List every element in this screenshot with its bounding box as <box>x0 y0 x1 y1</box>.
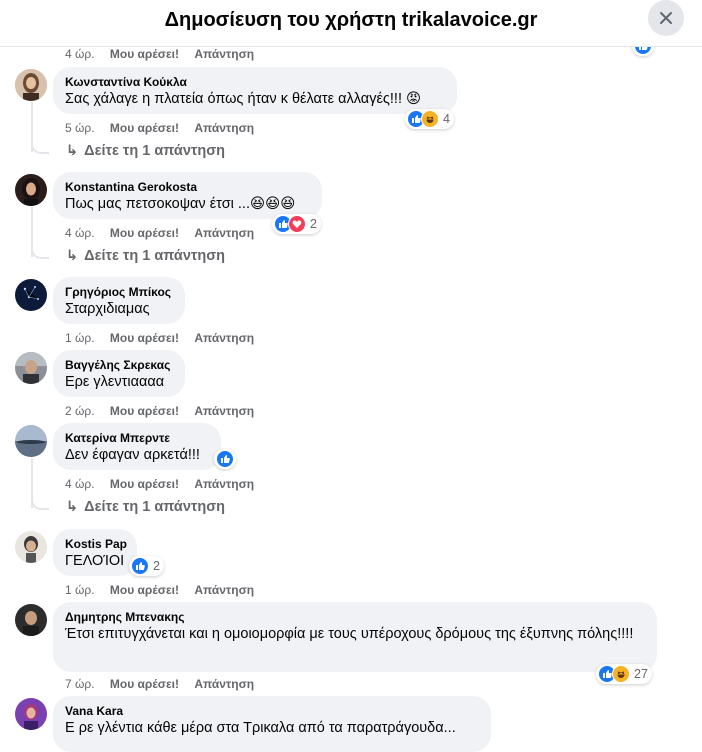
like-button[interactable]: Μου αρέσει! <box>110 583 179 597</box>
like-button[interactable]: Μου αρέσει! <box>110 404 179 418</box>
dialog-title: Δημοσίευση του χρήστη trikalavoice.gr <box>164 9 538 31</box>
avatar[interactable] <box>15 69 47 101</box>
avatar[interactable] <box>15 425 47 457</box>
reply-button[interactable]: Απάντηση <box>194 331 254 345</box>
close-icon <box>660 12 672 24</box>
comment-time: 1 ώρ. <box>65 331 95 345</box>
like-button[interactable]: Μου αρέσει! <box>110 226 179 240</box>
comment-author[interactable]: Δημητρης Μπενακης <box>65 609 645 625</box>
comment-meta: 2 ώρ. Μου αρέσει! Απάντηση <box>65 404 266 418</box>
like-button[interactable]: Μου αρέσει! <box>110 121 179 135</box>
reply-button[interactable]: Απάντηση <box>194 47 254 61</box>
comment-time: 4 ώρ. <box>65 47 95 61</box>
comment-text: Σας χάλαγε η πλατεία όπως ήταν κ θέλατε … <box>65 91 422 107</box>
reply-button[interactable]: Απάντηση <box>194 121 254 135</box>
like-button[interactable]: Μου αρέσει! <box>110 677 179 691</box>
comment-time: 5 ώρ. <box>65 121 95 135</box>
comment-bubble: Βαγγέλης Σκρεκας Ερε γλεντιαααα <box>53 350 185 397</box>
dialog-header: Δημοσίευση του χρήστη trikalavoice.gr <box>0 0 702 47</box>
avatar[interactable] <box>15 604 47 636</box>
comment-author[interactable]: Γρηγόριος Μπίκος <box>65 284 173 300</box>
like-button[interactable]: Μου αρέσει! <box>110 331 179 345</box>
haha-icon <box>612 665 630 683</box>
like-button[interactable]: Μου αρέσει! <box>110 47 179 61</box>
comment-text: Ε ρε γλέντια κάθε μέρα στα Τρικαλα από τ… <box>65 720 456 736</box>
comment-author[interactable]: Konstantina Gerokosta <box>65 179 310 195</box>
reply-arrow-icon: ↳ <box>66 143 79 159</box>
view-replies-label: Δείτε τη 1 απάντηση <box>84 248 226 264</box>
close-button[interactable] <box>648 0 684 36</box>
comment-meta: 1 ώρ. Μου αρέσει! Απάντηση <box>65 583 266 597</box>
like-icon <box>131 557 149 575</box>
comment-meta: 4 ώρ. Μου αρέσει! Απάντηση <box>65 47 266 61</box>
love-icon <box>288 215 306 233</box>
reaction-summary[interactable]: 2 <box>129 556 164 576</box>
reply-button[interactable]: Απάντηση <box>194 583 254 597</box>
reply-arrow-icon: ↳ <box>66 248 79 264</box>
reaction-count: 2 <box>310 217 317 231</box>
haha-icon <box>421 110 439 128</box>
comment-meta: 4 ώρ. Μου αρέσει! Απάντηση <box>65 477 266 491</box>
comment-text: Πως μας πετσοκοψαν έτσι ...😆😆😆 <box>65 196 296 212</box>
comment-text: ΓΕΛΟΊΟΙ <box>65 553 125 569</box>
reply-button[interactable]: Απάντηση <box>194 677 254 691</box>
comment-meta: 1 ώρ. Μου αρέσει! Απάντηση <box>65 331 266 345</box>
comment-bubble: Δημητρης Μπενακης Έτσι επιτυγχάνεται και… <box>53 602 657 672</box>
reaction-count: 2 <box>153 559 160 573</box>
avatar[interactable] <box>15 531 47 563</box>
view-replies-label: Δείτε τη 1 απάντηση <box>84 499 226 515</box>
comment-bubble: Κατερίνα Μπερντε Δεν έφαγαν αρκετά!!! <box>53 423 221 470</box>
thread-hook <box>31 140 49 154</box>
reaction-summary[interactable] <box>214 449 236 469</box>
reply-button[interactable]: Απάντηση <box>194 404 254 418</box>
avatar[interactable] <box>15 698 47 730</box>
view-replies-link[interactable]: ↳ Δείτε τη 1 απάντηση <box>66 248 225 264</box>
like-button[interactable]: Μου αρέσει! <box>110 477 179 491</box>
comment-author[interactable]: Βαγγέλης Σκρεκας <box>65 357 173 373</box>
reaction-summary[interactable]: 27 <box>596 664 652 684</box>
view-replies-link[interactable]: ↳ Δείτε τη 1 απάντηση <box>66 143 225 159</box>
view-replies-label: Δείτε τη 1 απάντηση <box>84 143 226 159</box>
reply-button[interactable]: Απάντηση <box>194 477 254 491</box>
reply-arrow-icon: ↳ <box>66 499 79 515</box>
avatar[interactable] <box>15 279 47 311</box>
comment-time: 1 ώρ. <box>65 583 95 597</box>
scrollbar[interactable] <box>698 0 702 744</box>
reaction-summary[interactable]: 2 <box>272 214 321 234</box>
comment-author[interactable]: Vana Kara <box>65 703 479 719</box>
thread-hook <box>31 245 49 259</box>
comment-author[interactable]: Κωνσταντίνα Κούκλα <box>65 74 445 90</box>
comment-author[interactable]: Kostis Pap <box>65 536 127 552</box>
reaction-summary[interactable]: 4 <box>405 109 454 129</box>
comment-bubble: Konstantina Gerokosta Πως μας πετσοκοψαν… <box>53 172 322 219</box>
comment-bubble: Κωνσταντίνα Κούκλα Σας χάλαγε η πλατεία … <box>53 67 457 114</box>
comment-time: 4 ώρ. <box>65 226 95 240</box>
like-icon <box>216 450 234 468</box>
comments-list: 4 ώρ. Μου αρέσει! Απάντηση Κωνσταντίνα Κ… <box>0 0 702 752</box>
comment-author[interactable]: Κατερίνα Μπερντε <box>65 430 209 446</box>
comment-text: Δεν έφαγαν αρκετά!!! <box>65 447 200 463</box>
thread-hook <box>31 496 49 510</box>
comment-bubble: Γρηγόριος Μπίκος Σταρχιδιαμας <box>53 277 185 324</box>
comment-text: Σταρχιδιαμας <box>65 301 150 317</box>
comment-bubble: Kostis Pap ΓΕΛΟΊΟΙ <box>53 529 137 576</box>
comment-meta: 7 ώρ. Μου αρέσει! Απάντηση <box>65 677 266 691</box>
view-replies-link[interactable]: ↳ Δείτε τη 1 απάντηση <box>66 499 225 515</box>
avatar[interactable] <box>15 174 47 206</box>
reply-button[interactable]: Απάντηση <box>194 226 254 240</box>
comment-time: 2 ώρ. <box>65 404 95 418</box>
comment-meta: 4 ώρ. Μου αρέσει! Απάντηση <box>65 226 266 240</box>
reaction-count: 4 <box>443 112 450 126</box>
reaction-count: 27 <box>634 667 648 681</box>
comment-time: 7 ώρ. <box>65 677 95 691</box>
comment-text: Έτσι επιτυγχάνεται και η ομοιομορφία με … <box>65 626 634 642</box>
comment-meta: 5 ώρ. Μου αρέσει! Απάντηση <box>65 121 266 135</box>
comment-time: 4 ώρ. <box>65 477 95 491</box>
comment-text: Ερε γλεντιαααα <box>65 374 165 390</box>
avatar[interactable] <box>15 352 47 384</box>
